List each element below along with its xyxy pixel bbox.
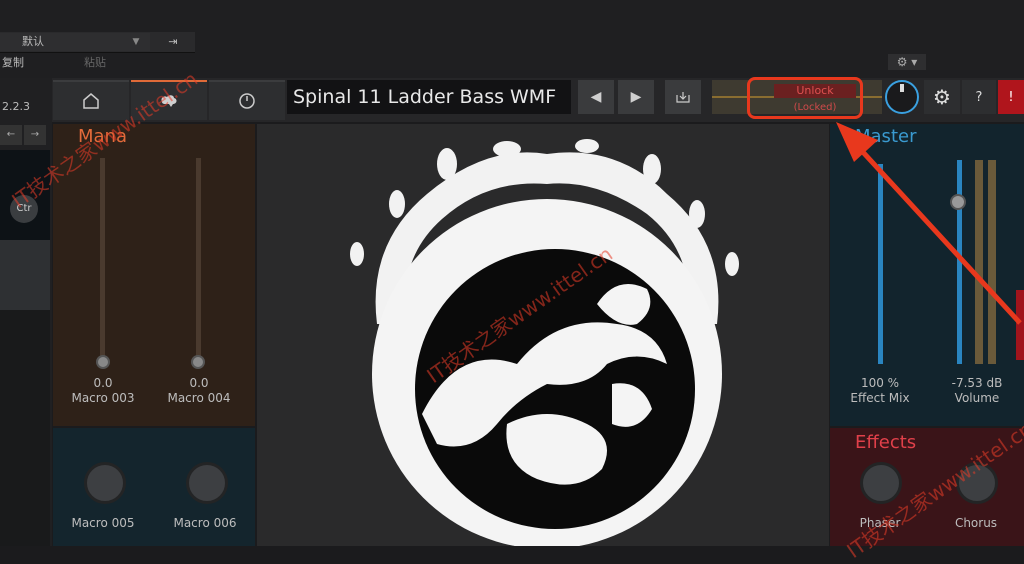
chevron-down-icon[interactable]: ▼ <box>126 33 146 51</box>
tab-brain[interactable] <box>131 80 207 120</box>
host-settings-button[interactable]: ⚙ ▾ <box>888 54 926 70</box>
phaser-label: Phaser <box>859 516 901 530</box>
help-button[interactable]: ? <box>962 80 996 114</box>
arrow-right-icon: ▶ <box>630 89 642 105</box>
next-preset-button[interactable]: ⇥ <box>158 33 188 51</box>
effects-title: Effects <box>855 432 917 453</box>
macro-006-knob[interactable] <box>186 462 228 504</box>
chorus-label: Chorus <box>954 516 998 530</box>
effect-mix-value: 100 % <box>860 376 900 390</box>
macro-005-label: Macro 005 <box>71 516 135 530</box>
gear-icon: ⚙ <box>933 85 951 109</box>
macro-003-value: 0.0 <box>93 376 113 390</box>
preset-artwork <box>257 124 829 549</box>
left-panel-low <box>0 310 50 546</box>
settings-button[interactable]: ⚙ <box>924 80 960 114</box>
save-icon <box>676 92 690 103</box>
tab-home[interactable] <box>53 80 129 120</box>
left-tab-b[interactable]: → <box>24 125 46 145</box>
left-tab-a[interactable]: ← <box>0 125 22 145</box>
macro-004-slider[interactable] <box>196 158 201 363</box>
copy-button[interactable]: 复制 <box>2 54 24 70</box>
macro-003-label: Macro 003 <box>71 391 135 405</box>
macro-004-label: Macro 004 <box>167 391 231 405</box>
phaser-knob[interactable] <box>860 462 902 504</box>
moon-nature-illustration <box>350 139 739 549</box>
macro-003-slider[interactable] <box>100 158 105 363</box>
alert-button[interactable]: ! <box>998 80 1024 114</box>
tab-clock[interactable] <box>209 80 285 120</box>
volume-label: Volume <box>954 391 1000 405</box>
macro-004-handle[interactable] <box>191 355 205 369</box>
volume-value: -7.53 dB <box>951 376 1003 390</box>
paste-button[interactable]: 粘贴 <box>84 54 106 70</box>
macro-005-knob[interactable] <box>84 462 126 504</box>
left-panel-mid <box>0 240 50 310</box>
macro-006-label: Macro 006 <box>173 516 237 530</box>
annotation-arrow <box>836 122 1022 325</box>
macro-003-handle[interactable] <box>96 355 110 369</box>
preset-name-display[interactable]: Spinal 11 Ladder Bass WMF <box>287 80 571 114</box>
version-label: 2.2.3 <box>2 100 30 113</box>
next-preset-button[interactable]: ▶ <box>618 80 654 114</box>
arrow-left-icon: ◀ <box>590 89 602 105</box>
annotation-highlight-box <box>747 77 863 119</box>
prev-preset-button[interactable]: ◀ <box>578 80 614 114</box>
save-preset-button[interactable] <box>665 80 701 114</box>
clock-icon <box>239 93 255 109</box>
home-icon <box>83 93 99 109</box>
chorus-knob[interactable] <box>956 462 998 504</box>
brain-icon <box>161 95 177 107</box>
macro-004-value: 0.0 <box>189 376 209 390</box>
knob-indicator <box>900 84 904 92</box>
mana-title: Mana <box>78 126 127 147</box>
effect-mix-label: Effect Mix <box>850 391 910 405</box>
ctr-button[interactable]: Ctr <box>10 195 38 223</box>
